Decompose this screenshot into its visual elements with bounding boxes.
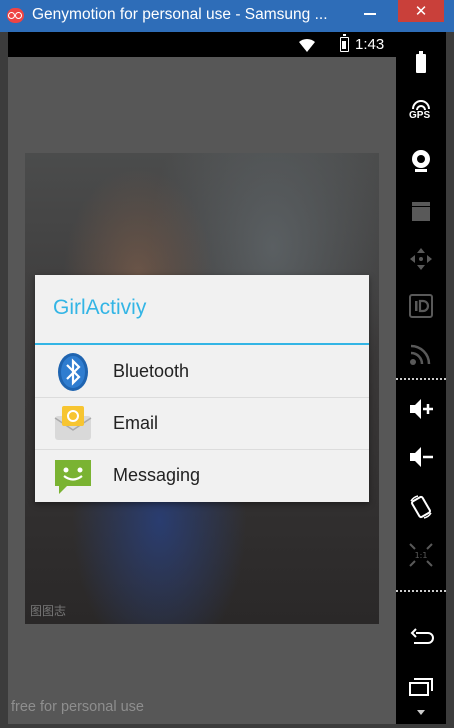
status-clock: 1:43 xyxy=(355,36,385,53)
battery-icon xyxy=(416,51,426,73)
battery-widget-button[interactable] xyxy=(396,42,446,82)
back-icon xyxy=(410,628,434,644)
genymotion-logo-icon xyxy=(7,8,24,23)
list-item-email[interactable]: Email xyxy=(35,398,369,450)
panel-separator xyxy=(396,378,446,380)
svg-text:1:1: 1:1 xyxy=(415,551,428,560)
pixel-ratio-icon: 1:1 xyxy=(409,543,433,567)
close-icon: ✕ xyxy=(414,3,428,20)
panel-scroll-down-icon[interactable] xyxy=(417,710,425,715)
volume-down-button[interactable] xyxy=(396,436,446,476)
back-button[interactable] xyxy=(396,616,446,656)
camera-icon xyxy=(412,150,430,172)
email-icon xyxy=(54,406,92,440)
close-button[interactable]: ✕ xyxy=(398,0,444,22)
wifi-icon xyxy=(299,38,315,52)
share-dialog: GirlActiviy Bluetooth Email Messaging xyxy=(35,275,369,502)
list-item-label: Bluetooth xyxy=(113,361,190,381)
list-item-label: Messaging xyxy=(113,465,201,485)
recent-apps-button[interactable] xyxy=(396,666,446,706)
list-item-label: Email xyxy=(113,413,159,433)
dialog-title-divider xyxy=(35,343,369,345)
free-for-personal-use-label: free for personal use xyxy=(11,699,144,715)
window-border xyxy=(0,724,454,728)
list-item-messaging[interactable]: Messaging xyxy=(35,450,369,502)
volume-up-icon xyxy=(410,399,433,419)
list-item-bluetooth[interactable]: Bluetooth xyxy=(35,346,369,398)
window-title: Genymotion for personal use - Samsung ..… xyxy=(32,6,328,23)
volume-down-icon xyxy=(410,447,433,467)
rss-icon xyxy=(410,344,431,365)
dpad-widget-button[interactable] xyxy=(396,238,446,278)
rotate-button[interactable] xyxy=(396,486,446,526)
id-icon xyxy=(409,294,433,318)
window-title-bar: Genymotion for personal use - Samsung ..… xyxy=(0,0,454,32)
gps-widget-button[interactable]: GPS xyxy=(396,92,446,132)
minimize-button[interactable] xyxy=(355,0,385,24)
gps-label: GPS xyxy=(409,110,431,121)
dpad-icon xyxy=(410,248,432,270)
battery-charging-icon xyxy=(340,34,349,52)
dialog-title: GirlActiviy xyxy=(53,296,147,319)
volume-up-button[interactable] xyxy=(396,388,446,428)
status-bar: 1:43 xyxy=(8,32,396,57)
window-border xyxy=(446,32,454,728)
panel-separator xyxy=(396,590,446,592)
video-icon xyxy=(412,202,430,221)
id-widget-button[interactable] xyxy=(396,285,446,325)
device-screen: 1:43 图图志 GirlActiviy Bluetooth Email Mes… xyxy=(8,32,396,724)
messaging-icon xyxy=(55,460,91,494)
bluetooth-icon xyxy=(58,353,88,391)
camera-widget-button[interactable] xyxy=(396,140,446,180)
pixel-ratio-button[interactable]: 1:1 xyxy=(396,534,446,574)
rss-widget-button[interactable] xyxy=(396,333,446,373)
rotate-icon xyxy=(410,495,432,519)
video-widget-button[interactable] xyxy=(396,190,446,230)
recent-apps-icon xyxy=(409,678,433,696)
photo-watermark: 图图志 xyxy=(30,604,67,618)
genymotion-control-panel: GPS 1:1 xyxy=(396,32,446,724)
